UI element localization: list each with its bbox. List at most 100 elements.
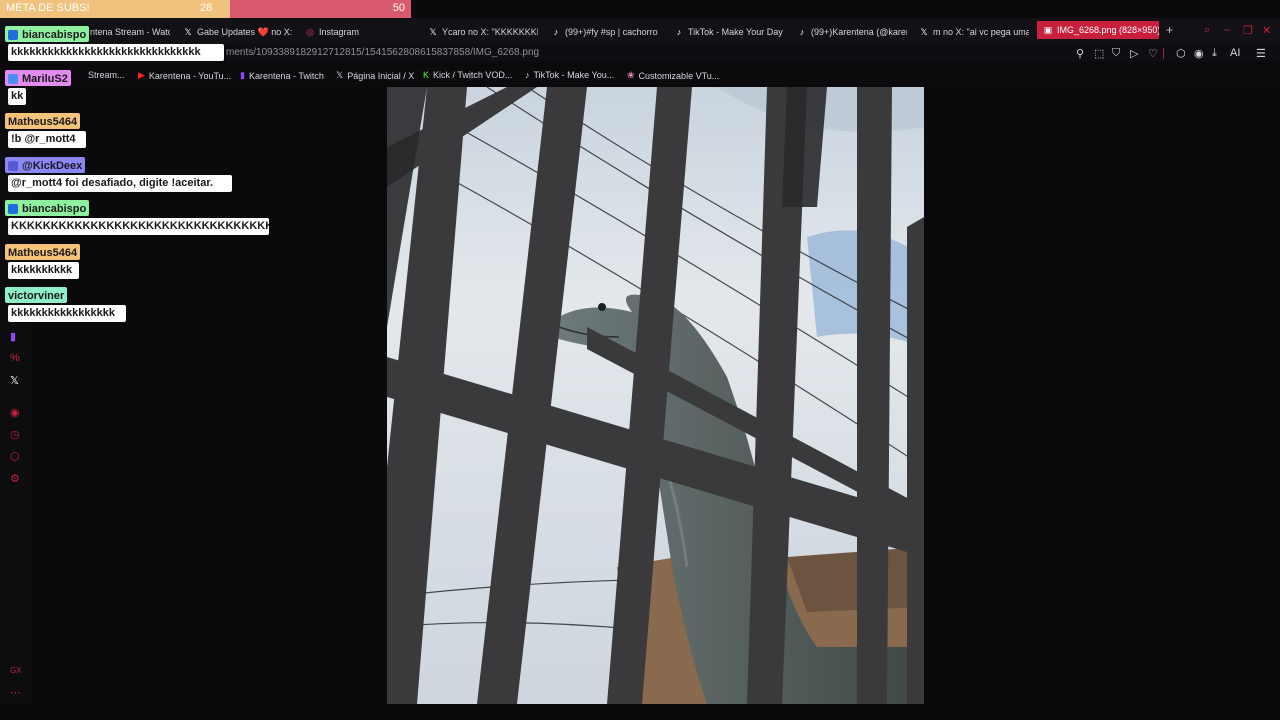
player-icon[interactable]: ◉ xyxy=(10,406,20,419)
snapshot-icon[interactable]: ⬚ xyxy=(1094,47,1104,60)
heart-icon[interactable]: ♡ xyxy=(1148,47,1158,60)
bookmark-label: Kick / Twitch VOD... xyxy=(433,70,513,80)
chat-username: Matheus5464 xyxy=(5,244,81,260)
x-icon: 𝕏 xyxy=(429,26,437,37)
percent-icon[interactable]: % xyxy=(10,352,20,364)
tiktok-icon: ♪ xyxy=(799,27,805,37)
bookmark-icon[interactable]: ⚲ xyxy=(1076,47,1084,60)
download-icon[interactable]: ⤓ xyxy=(1212,47,1217,60)
ai-label: AI xyxy=(1230,47,1241,59)
sub-goal-current: 28 xyxy=(200,2,213,14)
bookmark-label: Página Inicial / X xyxy=(347,70,415,81)
dinosaur-image xyxy=(387,87,924,704)
tab-image-active[interactable]: ▣ IMG_6268.png (828×950) xyxy=(1037,21,1159,39)
chat-message: kkkkkkkkkk xyxy=(8,262,79,279)
bookmark-x[interactable]: 𝕏 Página Inicial / X xyxy=(336,70,414,81)
badge-icon xyxy=(8,203,18,214)
tab-label: (99+)Karentena (@karen xyxy=(811,27,907,37)
image-icon: ▣ xyxy=(1043,24,1053,35)
chat-message: kkkkkkkkkkkkkkkkk xyxy=(8,305,126,322)
tab-tiktok[interactable]: ♪ TikTok - Make Your Day xyxy=(674,24,784,40)
tab-gabe-updates[interactable]: 𝕏 Gabe Updates ❤️ no X: " xyxy=(183,24,295,40)
chat-message: KKKKKKKKKKKKKKKKKKKKKKKKKKKKKKKKKKKKKKKK… xyxy=(8,218,269,235)
twitch-icon[interactable]: ▮ xyxy=(10,330,16,343)
bookmark-label: Karentena - YouTu... xyxy=(148,70,232,81)
tab-stream[interactable]: ntena Stream - Watc xyxy=(90,24,170,40)
x-icon: 𝕏 xyxy=(920,26,928,37)
tab-instagram[interactable]: ◎ Instagram xyxy=(305,24,415,40)
tab-tiktok-cachorro[interactable]: ♪ (99+)#fy #sp | cachorro xyxy=(551,24,661,40)
tab-tiktok-karentena[interactable]: ♪ (99+)Karentena (@karen xyxy=(797,24,907,40)
chat-message: !b @r_mott4 xyxy=(8,131,86,148)
bookmark-tiktok[interactable]: ♪ TikTok - Make You... xyxy=(525,70,614,80)
instagram-icon: ◎ xyxy=(306,26,314,37)
vtuber-icon: ❀ xyxy=(627,70,635,80)
bot-icon xyxy=(8,160,18,171)
play-icon[interactable]: ▷ xyxy=(1130,47,1138,60)
bookmark-youtube[interactable]: ▶ Karentena - YouTu... xyxy=(138,70,231,81)
dinosaur-photo xyxy=(387,87,924,704)
chat-username-text: @KickDeex xyxy=(22,159,83,172)
chat-message: kk xyxy=(8,88,26,105)
x-icon: 𝕏 xyxy=(184,26,192,37)
chat-username-text: victorviner xyxy=(8,289,65,302)
tab-x-post[interactable]: 𝕏 m no X: "ai vc pega uma xyxy=(919,24,1029,40)
profile-icon[interactable]: ◉ xyxy=(1194,47,1204,60)
tab-ycaro[interactable]: 𝕏 Ycaro no X: "KKKKKKKK xyxy=(428,24,538,40)
bookmark-label: Stream... xyxy=(88,70,125,80)
tab-label: (99+)#fy #sp | cachorro xyxy=(565,27,658,37)
chat-username: MariluS2 xyxy=(5,70,71,86)
tab-label: Instagram xyxy=(319,27,360,37)
bookmark-label: Karentena - Twitch xyxy=(248,70,324,81)
url-text: ments/1093389182912712815/15415628086158… xyxy=(226,47,540,58)
chat-username: Matheus5464 xyxy=(5,113,81,129)
twitch-icon: ▮ xyxy=(240,70,245,80)
chat-username: victorviner xyxy=(5,287,68,303)
x-icon[interactable]: 𝕏 xyxy=(10,374,19,387)
sub-goal-bar: META DE SUBS! 28 50 xyxy=(0,0,411,18)
search-tabs-icon[interactable]: ⌕ xyxy=(1204,24,1210,37)
tab-label: TikTok - Make Your Day xyxy=(688,27,783,37)
shield-icon[interactable]: ⛉ xyxy=(1112,47,1120,60)
chat-username-text: Matheus5464 xyxy=(8,246,78,259)
sub-goal-title: META DE SUBS! xyxy=(6,2,90,14)
tiktok-icon: ♪ xyxy=(553,27,559,37)
more-icon[interactable]: ⋯ xyxy=(10,686,21,699)
new-tab-button[interactable]: + xyxy=(1166,23,1178,37)
tab-label: ntena Stream - Watc xyxy=(90,27,170,37)
tab-label: m no X: "ai vc pega uma xyxy=(933,27,1029,37)
divider: | xyxy=(1162,47,1165,59)
bookmark-label: Customizable VTu... xyxy=(638,70,720,81)
bookmark-kick[interactable]: K Kick / Twitch VOD... xyxy=(423,70,512,80)
chat-username: biancabispo xyxy=(5,200,90,216)
badge-icon xyxy=(8,29,18,40)
youtube-icon: ▶ xyxy=(138,70,145,80)
tiktok-icon: ♪ xyxy=(676,27,682,37)
minimize-icon[interactable]: – xyxy=(1224,24,1230,36)
ai-button[interactable]: AI xyxy=(1230,47,1240,59)
screen: META DE SUBS! 28 50 ntena Stream - Watc … xyxy=(0,0,1280,720)
tab-label: IMG_6268.png (828×950) xyxy=(1057,25,1159,35)
tab-label: Ycaro no X: "KKKKKKKK xyxy=(442,27,538,37)
history-icon[interactable]: ◷ xyxy=(10,428,20,441)
chat-username: biancabispo xyxy=(5,26,90,42)
menu-icon[interactable]: ☰ xyxy=(1256,47,1266,60)
gx-logo[interactable]: GX xyxy=(10,666,22,675)
close-icon[interactable]: ✕ xyxy=(1262,24,1271,37)
bookmark-vtuber[interactable]: ❀ Customizable VTu... xyxy=(627,70,719,81)
tab-label: Gabe Updates ❤️ no X: " xyxy=(197,26,295,37)
chat-message: kkkkkkkkkkkkkkkkkkkkkkkkkkkkkkk xyxy=(8,44,224,61)
extensions-icon[interactable]: ⬡ xyxy=(10,450,20,463)
address-bar[interactable]: ments/1093389182912712815/15415628086158… xyxy=(226,44,1280,62)
maximize-icon[interactable]: ❐ xyxy=(1243,24,1253,37)
chat-username-text: Matheus5464 xyxy=(8,115,78,128)
extensions-icon[interactable]: ⬡ xyxy=(1176,47,1186,60)
bookmark-stream[interactable]: Stream... xyxy=(88,70,125,80)
chat-message: @r_mott4 foi desafiado, digite !aceitar. xyxy=(8,175,232,192)
settings-icon[interactable]: ⚙ xyxy=(10,472,20,485)
x-icon: 𝕏 xyxy=(336,70,344,80)
bookmark-twitch[interactable]: ▮ Karentena - Twitch xyxy=(240,70,324,81)
chat-username-text: biancabispo xyxy=(22,28,87,41)
chat-username: @KickDeex xyxy=(5,157,86,173)
bookmark-label: TikTok - Make You... xyxy=(533,70,615,80)
